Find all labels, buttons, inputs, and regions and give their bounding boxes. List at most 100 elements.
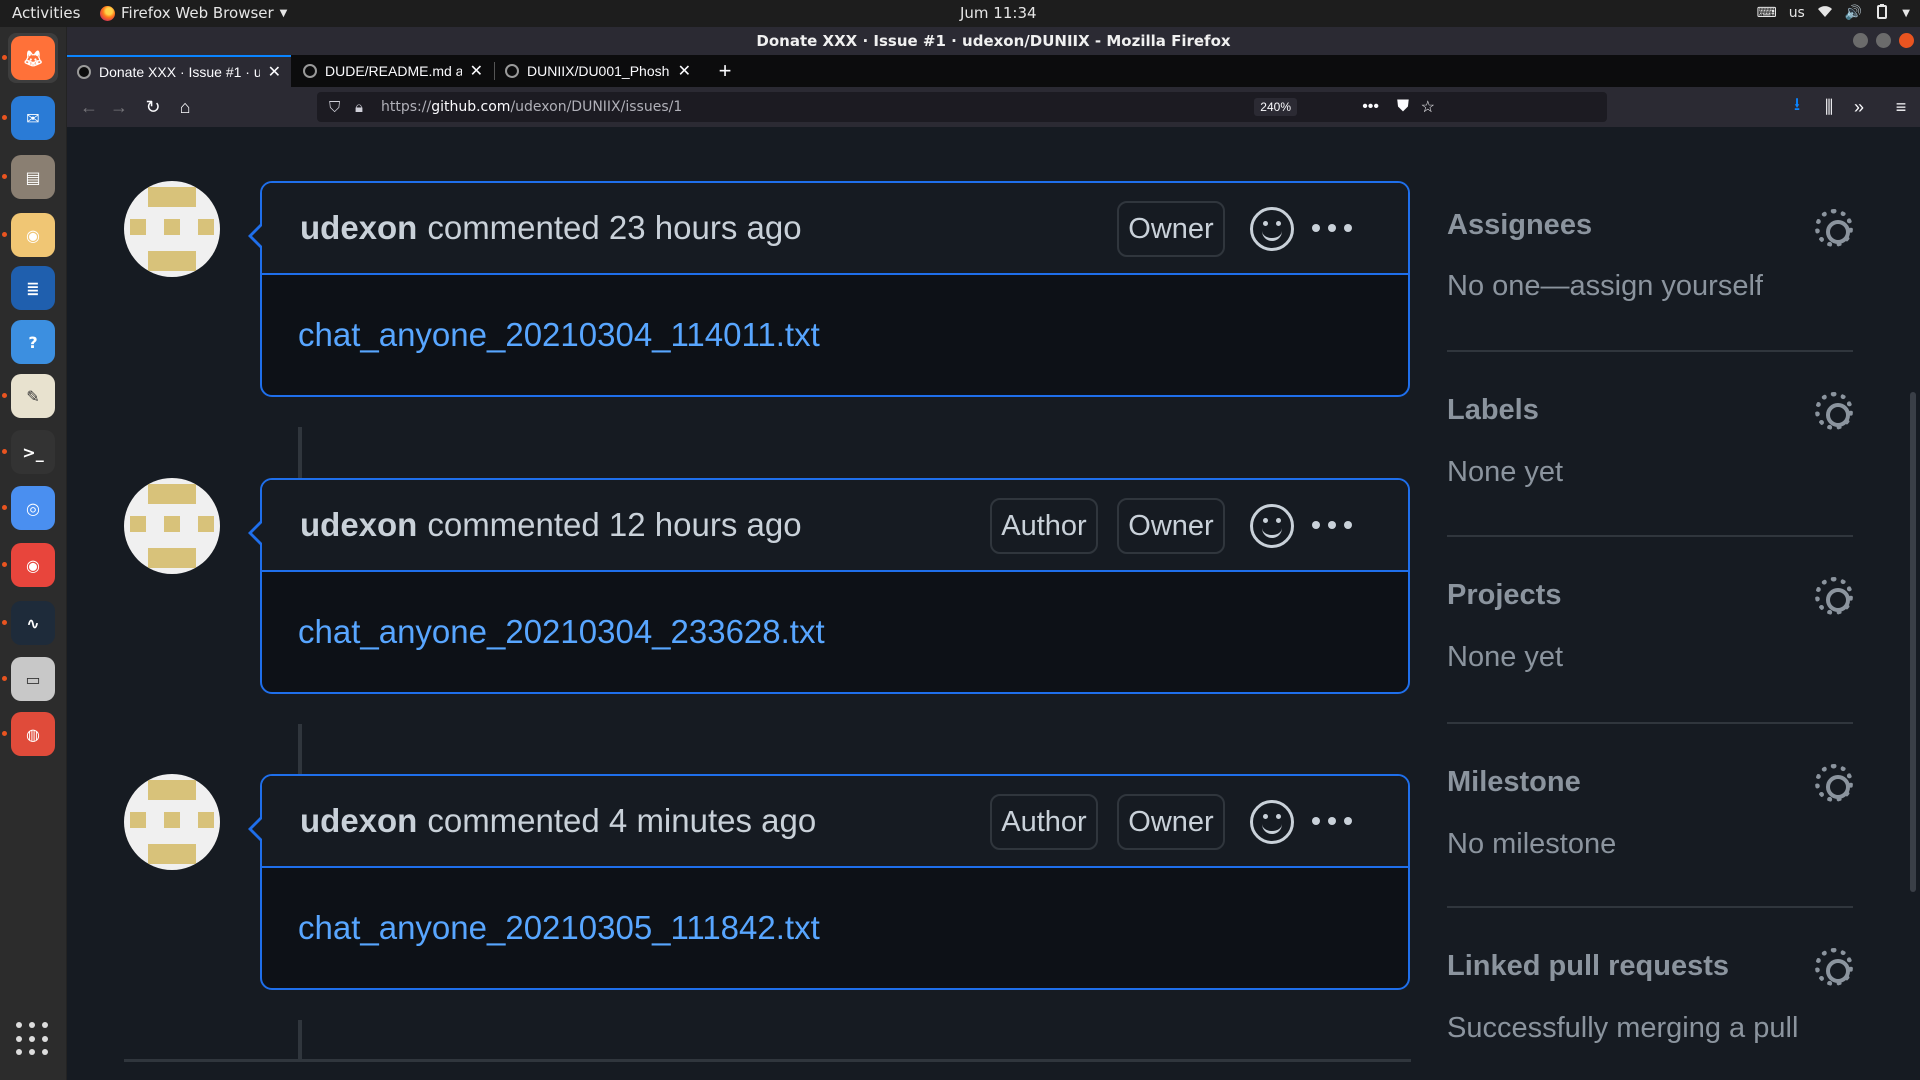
sidebar-milestone: Milestone No milestone — [1447, 726, 1853, 908]
gear-icon[interactable] — [1815, 948, 1853, 986]
back-button[interactable]: ← — [77, 95, 101, 119]
comment-timestamp[interactable]: commented 23 hours ago — [427, 209, 801, 247]
comment-author[interactable]: udexon — [300, 802, 417, 840]
running-indicator — [2, 115, 7, 120]
running-indicator — [2, 505, 7, 510]
comment-header: udexon commented 12 hours ago Author Own… — [262, 480, 1408, 572]
app-menu[interactable]: Firefox Web Browser ▼ — [100, 4, 287, 22]
avatar[interactable] — [124, 181, 220, 277]
scrollbar-thumb[interactable] — [1910, 392, 1916, 892]
maximize-button[interactable] — [1876, 33, 1891, 48]
more-options-icon[interactable] — [1312, 806, 1352, 836]
url-text[interactable]: https://github.com/udexon/DUNIIX/issues/… — [381, 99, 682, 115]
comment: udexon commented 12 hours ago Author Own… — [248, 478, 1410, 694]
attachment-link[interactable]: chat_anyone_20210304_114011.txt — [298, 316, 820, 354]
dock-item-terminal[interactable]: >_ — [8, 427, 58, 477]
tab-issue[interactable]: Donate XXX · Issue #1 · u ✕ — [67, 55, 291, 87]
overflow-chevron-icon[interactable]: » — [1847, 95, 1871, 119]
volume-icon: 🔊 — [1844, 5, 1863, 21]
smiley-icon[interactable] — [1250, 800, 1294, 844]
tab-strip: Donate XXX · Issue #1 · u ✕ DUDE/README.… — [67, 55, 1920, 87]
activities-button[interactable]: Activities — [12, 4, 80, 22]
running-indicator — [2, 562, 7, 567]
address-bar[interactable]: ⛉ 🔒︎ https://github.com/udexon/DUNIIX/is… — [317, 92, 1607, 122]
comment-body: chat_anyone_20210305_111842.txt — [262, 868, 1408, 988]
github-icon — [303, 64, 317, 78]
dock-item-chromium[interactable]: ◎ — [8, 483, 58, 533]
bookmark-star-icon[interactable]: ☆ — [1421, 97, 1435, 117]
dock-item-system-monitor[interactable]: ∿ — [8, 598, 58, 648]
sidebar-title: Labels — [1447, 394, 1539, 426]
gear-icon[interactable] — [1815, 764, 1853, 802]
sidebar-value[interactable]: No one—assign yourself — [1447, 270, 1763, 303]
comment-timestamp[interactable]: commented 4 minutes ago — [427, 802, 816, 840]
pocket-icon[interactable]: ⛊ — [1397, 98, 1409, 116]
attachment-link[interactable]: chat_anyone_20210304_233628.txt — [298, 613, 825, 651]
owner-badge: Owner — [1117, 498, 1225, 554]
dock-item-firefox[interactable]: 🦊︎ — [8, 33, 58, 83]
system-status-area[interactable]: ⌨ us 🔊 ▼ — [1756, 3, 1910, 23]
avatar[interactable] — [124, 478, 220, 574]
gear-icon[interactable] — [1815, 577, 1853, 615]
new-tab-button[interactable]: + — [709, 55, 741, 87]
dock-item-rhythmbox[interactable]: ◉ — [8, 210, 58, 260]
vertical-scrollbar[interactable] — [1906, 127, 1920, 1080]
dock-item-help[interactable]: ? — [8, 317, 58, 367]
close-icon[interactable]: ✕ — [470, 61, 483, 81]
owner-badge: Owner — [1117, 201, 1225, 257]
running-indicator — [2, 393, 7, 398]
gear-icon[interactable] — [1815, 209, 1853, 247]
chevron-down-icon: ▼ — [1902, 7, 1910, 19]
dock-item-text-editor[interactable]: ✎ — [8, 371, 58, 421]
dock-item-chrome[interactable]: ◉ — [8, 540, 58, 590]
more-options-icon[interactable] — [1312, 510, 1352, 540]
forward-button[interactable]: → — [107, 95, 131, 119]
dock-item-scanner[interactable]: ▭ — [8, 654, 58, 704]
dock-item-writer[interactable]: ≣ — [8, 263, 58, 313]
clock[interactable]: Jum 11:34 — [960, 4, 1037, 22]
comment: udexon commented 4 minutes ago Author Ow… — [248, 774, 1410, 990]
downloads-icon[interactable]: ⭳ — [1785, 94, 1809, 119]
sidebar-projects: Projects None yet — [1447, 539, 1853, 724]
attachment-link[interactable]: chat_anyone_20210305_111842.txt — [298, 909, 820, 947]
library-icon[interactable]: ⫼ — [1817, 95, 1841, 119]
comment-author[interactable]: udexon — [300, 506, 417, 544]
smiley-icon[interactable] — [1250, 207, 1294, 251]
avatar[interactable] — [124, 774, 220, 870]
timeline-line — [298, 1020, 302, 1060]
menu-icon[interactable]: ≡ — [1889, 95, 1913, 119]
home-button[interactable]: ⌂ — [173, 95, 197, 119]
window-titlebar[interactable]: Donate XXX · Issue #1 · udexon/DUNIIX - … — [67, 27, 1920, 55]
dock-item-files[interactable]: ▤ — [8, 152, 58, 202]
close-window-button[interactable] — [1899, 33, 1914, 48]
page-actions-icon[interactable]: ••• — [1362, 98, 1379, 116]
chrome-icon: ◉ — [11, 543, 55, 587]
close-icon[interactable]: ✕ — [268, 62, 281, 82]
notepad-icon: ✎ — [11, 374, 55, 418]
lock-icon[interactable]: 🔒︎ — [355, 99, 371, 116]
show-applications-icon[interactable] — [16, 1022, 50, 1056]
mail-icon: ✉ — [11, 96, 55, 140]
reload-button[interactable]: ↻ — [141, 95, 165, 119]
github-icon — [505, 64, 519, 78]
tab-readme[interactable]: DUDE/README.md at e ✕ — [293, 55, 493, 87]
minimize-button[interactable] — [1853, 33, 1868, 48]
tracking-shield-icon[interactable]: ⛉ — [329, 99, 345, 116]
running-indicator — [2, 174, 7, 179]
dock-item-screenshot[interactable]: ◍ — [8, 709, 58, 759]
dock-item-thunderbird[interactable]: ✉ — [8, 93, 58, 143]
dock: 🦊︎ ✉ ▤ ◉ ≣? ✎ >_ ◎ ◉ ∿ ▭ ◍ — [0, 27, 67, 1080]
monitor-icon: ∿ — [11, 601, 55, 645]
close-icon[interactable]: ✕ — [678, 61, 691, 81]
gear-icon[interactable] — [1815, 392, 1853, 430]
comment-timestamp[interactable]: commented 12 hours ago — [427, 506, 801, 544]
tab-du001[interactable]: DUNIIX/DU001_Phoshell ✕ — [495, 55, 701, 87]
tab-label: DUNIIX/DU001_Phoshell — [527, 63, 670, 79]
zoom-indicator[interactable]: 240% — [1254, 98, 1297, 116]
running-indicator — [2, 731, 7, 736]
keyboard-layout[interactable]: us — [1789, 5, 1805, 21]
comment-author[interactable]: udexon — [300, 209, 417, 247]
more-options-icon[interactable] — [1312, 213, 1352, 243]
running-indicator — [2, 449, 7, 454]
smiley-icon[interactable] — [1250, 504, 1294, 548]
